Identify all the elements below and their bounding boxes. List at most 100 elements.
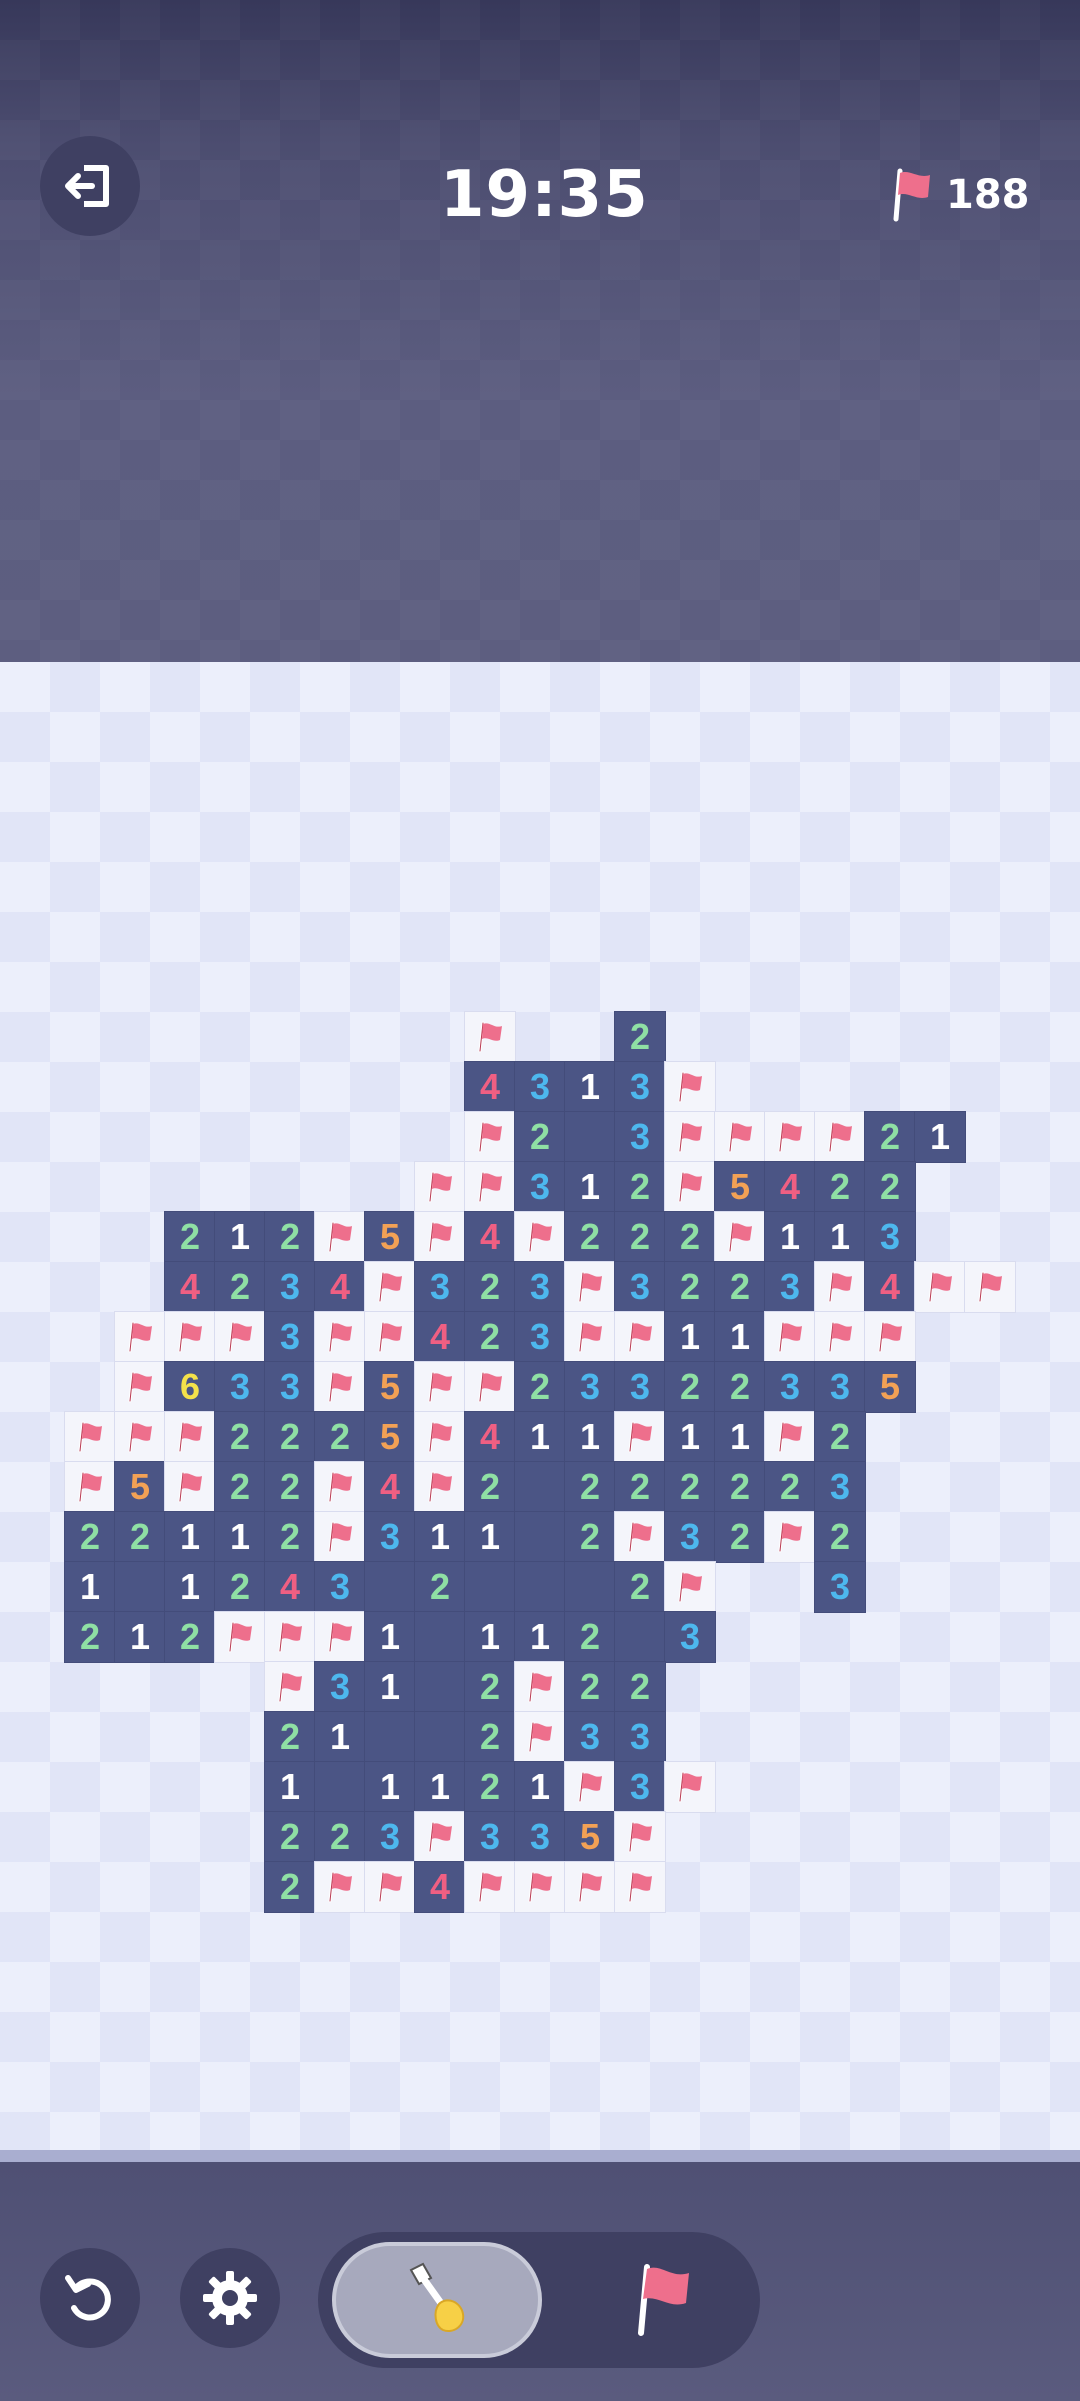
game-board[interactable]: 2431323213125422212542221134234323322343… xyxy=(0,662,1080,2158)
revealed-number-cell[interactable]: 1 xyxy=(264,1761,316,1813)
revealed-number-cell[interactable]: 3 xyxy=(864,1211,916,1263)
revealed-number-cell[interactable]: 2 xyxy=(564,1611,616,1663)
revealed-number-cell[interactable]: 1 xyxy=(214,1211,266,1263)
flagged-cell[interactable] xyxy=(414,1811,466,1863)
revealed-number-cell[interactable]: 4 xyxy=(764,1161,816,1213)
revealed-number-cell[interactable]: 3 xyxy=(614,1711,666,1763)
revealed-number-cell[interactable]: 2 xyxy=(264,1411,316,1463)
revealed-number-cell[interactable]: 3 xyxy=(614,1361,666,1413)
flagged-cell[interactable] xyxy=(564,1861,616,1913)
revealed-number-cell[interactable]: 3 xyxy=(414,1261,466,1313)
revealed-number-cell[interactable]: 4 xyxy=(314,1261,366,1313)
revealed-number-cell[interactable]: 3 xyxy=(314,1561,366,1613)
revealed-number-cell[interactable]: 2 xyxy=(464,1761,516,1813)
revealed-empty-cell[interactable] xyxy=(514,1511,566,1563)
revealed-number-cell[interactable]: 3 xyxy=(314,1661,366,1713)
revealed-number-cell[interactable]: 1 xyxy=(414,1761,466,1813)
revealed-number-cell[interactable]: 4 xyxy=(414,1861,466,1913)
revealed-number-cell[interactable]: 4 xyxy=(264,1561,316,1613)
revealed-number-cell[interactable]: 1 xyxy=(364,1611,416,1663)
revealed-number-cell[interactable]: 2 xyxy=(264,1861,316,1913)
revealed-number-cell[interactable]: 5 xyxy=(564,1811,616,1863)
flagged-cell[interactable] xyxy=(414,1361,466,1413)
revealed-number-cell[interactable]: 2 xyxy=(264,1511,316,1563)
revealed-number-cell[interactable]: 3 xyxy=(364,1811,416,1863)
revealed-number-cell[interactable]: 1 xyxy=(564,1061,616,1113)
revealed-number-cell[interactable]: 1 xyxy=(814,1211,866,1263)
revealed-number-cell[interactable]: 1 xyxy=(164,1511,216,1563)
revealed-number-cell[interactable]: 2 xyxy=(564,1661,616,1713)
revealed-number-cell[interactable]: 2 xyxy=(264,1461,316,1513)
flagged-cell[interactable] xyxy=(114,1311,166,1363)
revealed-number-cell[interactable]: 2 xyxy=(564,1211,616,1263)
revealed-number-cell[interactable]: 2 xyxy=(64,1511,116,1563)
revealed-number-cell[interactable]: 3 xyxy=(514,1311,566,1363)
revealed-number-cell[interactable]: 2 xyxy=(214,1461,266,1513)
flagged-cell[interactable] xyxy=(864,1311,916,1363)
flagged-cell[interactable] xyxy=(364,1311,416,1363)
revealed-number-cell[interactable]: 2 xyxy=(114,1511,166,1563)
flagged-cell[interactable] xyxy=(514,1661,566,1713)
revealed-number-cell[interactable]: 3 xyxy=(564,1711,616,1763)
revealed-empty-cell[interactable] xyxy=(514,1461,566,1513)
revealed-number-cell[interactable]: 1 xyxy=(114,1611,166,1663)
flagged-cell[interactable] xyxy=(314,1361,366,1413)
revealed-empty-cell[interactable] xyxy=(364,1711,416,1763)
revealed-number-cell[interactable]: 2 xyxy=(464,1261,516,1313)
revealed-number-cell[interactable]: 2 xyxy=(614,1461,666,1513)
revealed-number-cell[interactable]: 1 xyxy=(664,1411,716,1463)
flagged-cell[interactable] xyxy=(814,1111,866,1163)
revealed-number-cell[interactable]: 1 xyxy=(914,1111,966,1163)
flagged-cell[interactable] xyxy=(564,1311,616,1363)
revealed-empty-cell[interactable] xyxy=(114,1561,166,1613)
revealed-number-cell[interactable]: 2 xyxy=(814,1511,866,1563)
revealed-number-cell[interactable]: 1 xyxy=(464,1611,516,1663)
revealed-number-cell[interactable]: 2 xyxy=(714,1261,766,1313)
flagged-cell[interactable] xyxy=(364,1261,416,1313)
undo-button[interactable] xyxy=(40,2248,140,2348)
revealed-empty-cell[interactable] xyxy=(414,1611,466,1663)
revealed-empty-cell[interactable] xyxy=(364,1561,416,1613)
flagged-cell[interactable] xyxy=(264,1661,316,1713)
revealed-number-cell[interactable]: 3 xyxy=(264,1361,316,1413)
revealed-number-cell[interactable]: 2 xyxy=(414,1561,466,1613)
revealed-number-cell[interactable]: 4 xyxy=(464,1061,516,1113)
flagged-cell[interactable] xyxy=(464,1361,516,1413)
revealed-number-cell[interactable]: 1 xyxy=(664,1311,716,1363)
flagged-cell[interactable] xyxy=(614,1511,666,1563)
flagged-cell[interactable] xyxy=(64,1461,116,1513)
flagged-cell[interactable] xyxy=(464,1161,516,1213)
revealed-number-cell[interactable]: 1 xyxy=(364,1661,416,1713)
revealed-number-cell[interactable]: 3 xyxy=(564,1361,616,1413)
revealed-number-cell[interactable]: 5 xyxy=(364,1411,416,1463)
flagged-cell[interactable] xyxy=(714,1211,766,1263)
revealed-number-cell[interactable]: 1 xyxy=(64,1561,116,1613)
revealed-number-cell[interactable]: 3 xyxy=(814,1561,866,1613)
revealed-empty-cell[interactable] xyxy=(464,1561,516,1613)
revealed-number-cell[interactable]: 3 xyxy=(614,1261,666,1313)
revealed-number-cell[interactable]: 1 xyxy=(464,1511,516,1563)
revealed-number-cell[interactable]: 3 xyxy=(664,1611,716,1663)
revealed-number-cell[interactable]: 1 xyxy=(314,1711,366,1763)
flagged-cell[interactable] xyxy=(664,1061,716,1113)
flagged-cell[interactable] xyxy=(314,1311,366,1363)
revealed-number-cell[interactable]: 2 xyxy=(564,1461,616,1513)
flagged-cell[interactable] xyxy=(164,1311,216,1363)
revealed-number-cell[interactable]: 2 xyxy=(664,1261,716,1313)
revealed-number-cell[interactable]: 2 xyxy=(464,1311,516,1363)
flagged-cell[interactable] xyxy=(614,1861,666,1913)
revealed-number-cell[interactable]: 2 xyxy=(814,1411,866,1463)
flagged-cell[interactable] xyxy=(114,1361,166,1413)
revealed-number-cell[interactable]: 2 xyxy=(664,1461,716,1513)
flagged-cell[interactable] xyxy=(514,1861,566,1913)
revealed-number-cell[interactable]: 2 xyxy=(714,1511,766,1563)
revealed-number-cell[interactable]: 3 xyxy=(514,1061,566,1113)
revealed-number-cell[interactable]: 1 xyxy=(564,1161,616,1213)
flagged-cell[interactable] xyxy=(964,1261,1016,1313)
revealed-number-cell[interactable]: 2 xyxy=(314,1411,366,1463)
revealed-number-cell[interactable]: 2 xyxy=(864,1111,916,1163)
flagged-cell[interactable] xyxy=(314,1461,366,1513)
flagged-cell[interactable] xyxy=(464,1861,516,1913)
revealed-number-cell[interactable]: 2 xyxy=(214,1561,266,1613)
revealed-number-cell[interactable]: 2 xyxy=(864,1161,916,1213)
